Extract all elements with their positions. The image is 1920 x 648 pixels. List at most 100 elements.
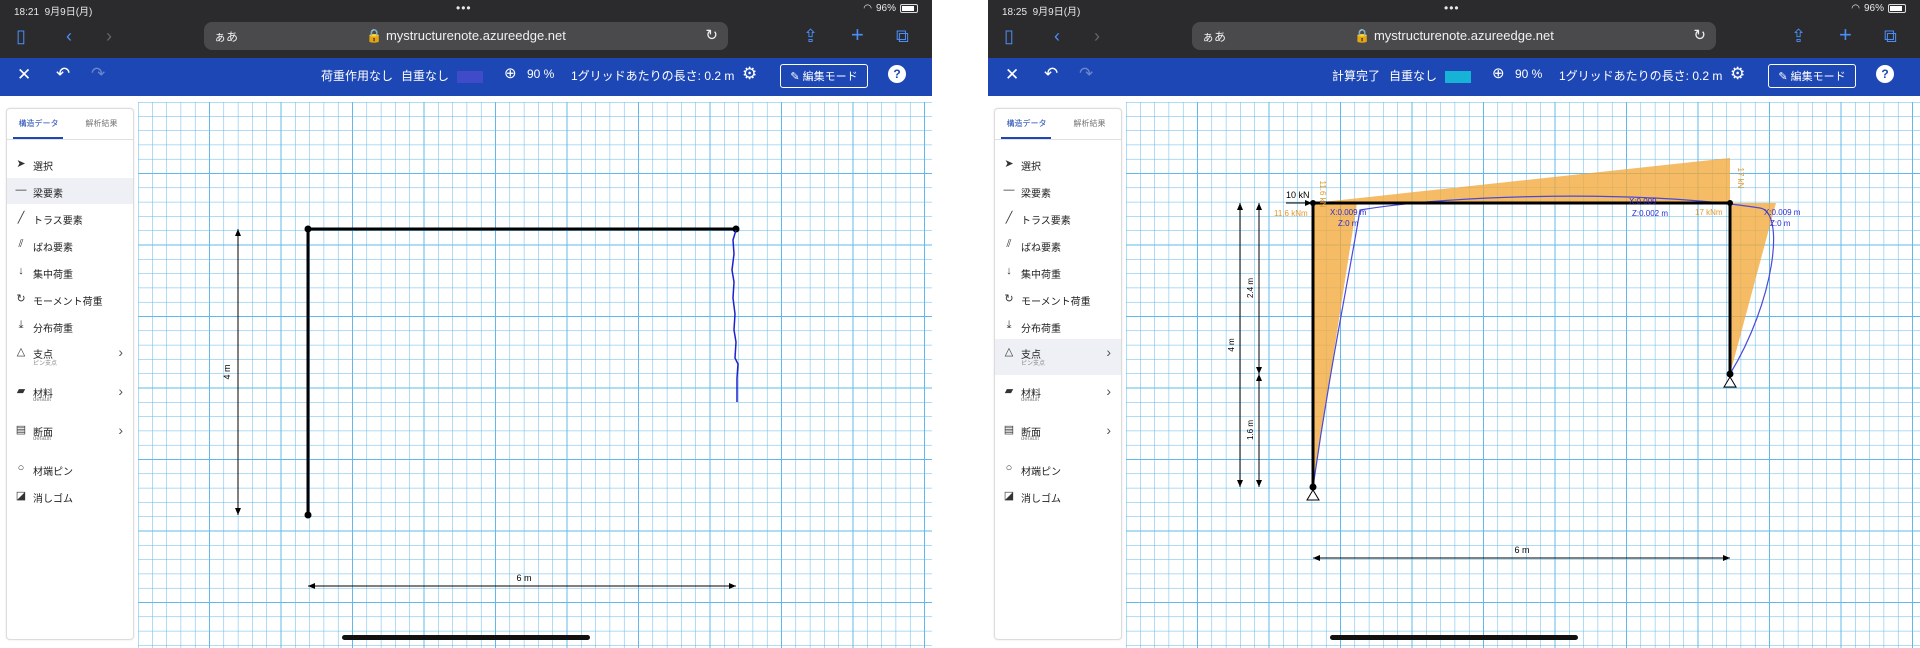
menu-item[interactable]: ▰ 材料 default › [995,378,1121,414]
dimension-arrow [235,229,241,236]
menu-item[interactable]: ↓ 集中荷重 [7,259,133,285]
drawing-canvas[interactable]: 10 kN 11.6 kN 11.6 kNm X:0.009 m Z:0 m X… [1125,101,1920,648]
forward-icon[interactable]: › [106,26,112,47]
safari-bar: ▯ ‹ › ぁあ 🔒 mystructurenote.azureedge.net… [988,18,1920,58]
multitask-dots-icon[interactable]: ••• [1444,1,1460,15]
menu-item-label: 梁要素 [33,189,63,200]
address-bar[interactable]: ぁあ 🔒 mystructurenote.azureedge.net ↻ [204,22,728,50]
grid-length: 1グリッドあたりの長さ: 0.2 m [571,69,735,83]
back-icon[interactable]: ‹ [1054,26,1060,47]
sidebar-toggle-icon[interactable]: ▯ [1004,26,1014,47]
menu-item[interactable]: — 梁要素 [995,178,1121,204]
color-swatch[interactable] [457,71,483,83]
tab-structure-data[interactable]: 構造データ [995,118,1058,129]
close-icon[interactable]: ✕ [1005,65,1019,85]
menu-item[interactable]: — 梁要素 [7,178,133,204]
menu-item[interactable]: ▤ 断面 default › [995,417,1121,453]
safari-bar: ▯ ‹ › ぁあ 🔒 mystructurenote.azureedge.net… [0,18,932,58]
tab-analysis-results[interactable]: 解析結果 [70,118,133,129]
status-right: ◠ 96% [1851,3,1906,14]
node[interactable] [304,225,312,233]
menu-item[interactable]: ➤ 選択 [7,151,133,177]
drawing-canvas[interactable]: 4 m 6 m [137,101,932,648]
close-icon[interactable]: ✕ [17,65,31,85]
undo-icon[interactable]: ↶ [1044,64,1058,84]
pin-support-icon[interactable] [1306,489,1320,501]
zoom-icon[interactable]: ⊕ [1492,64,1505,82]
menu-item[interactable]: ○ 材端ピン [7,456,133,482]
beam-icon: — [1003,184,1015,196]
selfweight-status: 自重なし [401,69,450,83]
menu-item[interactable]: ⤓ 分布荷重 [995,313,1121,339]
menu-item[interactable]: △ 支点 ピン支点 › [995,339,1121,375]
zoom-icon[interactable]: ⊕ [504,64,517,82]
truss-icon: ╱ [17,212,25,224]
redo-icon[interactable]: ↷ [91,64,105,84]
clock: 18:21 9月9日(月) [14,7,93,18]
help-icon[interactable]: ? [888,65,906,83]
status-bar: 18:25 9月9日(月) ••• ◠ 96% [988,0,1920,18]
sidebar-tabs: 構造データ 解析結果 [995,109,1121,140]
node[interactable] [304,511,312,519]
pin-support-icon[interactable] [1723,376,1737,388]
sidebar-toggle-icon[interactable]: ▯ [16,26,26,47]
load-status: 計算完了 [1332,69,1381,83]
menu-item[interactable]: ↓ 集中荷重 [995,259,1121,285]
menu-item[interactable]: ▤ 断面 default › [7,417,133,453]
dimension-arrow [235,508,241,515]
forward-icon[interactable]: › [1094,26,1100,47]
support-icon: △ [16,346,26,358]
dimension-arrow [1256,203,1262,210]
redo-icon[interactable]: ↷ [1079,64,1093,84]
url-text: 🔒 mystructurenote.azureedge.net [366,28,566,43]
gear-icon[interactable]: ⚙ [742,64,757,84]
share-icon[interactable]: ⇪ [1791,26,1806,47]
deformed-shape [1312,195,1775,488]
load-status: 荷重作用なし [321,69,394,83]
menu-item[interactable]: ╱ トラス要素 [7,205,133,231]
share-icon[interactable]: ⇪ [803,26,818,47]
menu-item[interactable]: ╱ トラス要素 [995,205,1121,231]
menu-item-label: ばね要素 [1021,243,1061,254]
tab-structure-data[interactable]: 構造データ [7,118,70,129]
node[interactable] [1727,200,1733,206]
active-tab-indicator [13,137,63,139]
menu-item[interactable]: ◪ 消しゴム [7,483,133,509]
tabs-overview-icon[interactable]: ⧉ [1884,26,1897,47]
reload-icon[interactable]: ↻ [705,26,718,44]
menu-item[interactable]: ➤ 選択 [995,151,1121,177]
dimension-arrow [1237,203,1243,210]
edit-mode-button[interactable]: ✎ 編集モード [1768,64,1856,88]
multitask-dots-icon[interactable]: ••• [456,1,472,15]
edit-mode-button[interactable]: ✎ 編集モード [780,64,868,88]
menu-item[interactable]: ◪ 消しゴム [995,483,1121,509]
grid-length: 1グリッドあたりの長さ: 0.2 m [1559,69,1723,83]
menu-item[interactable]: ↻ モーメント荷重 [7,286,133,312]
tabs-overview-icon[interactable]: ⧉ [896,26,909,47]
gear-icon[interactable]: ⚙ [1730,64,1745,84]
lock-icon: 🔒 [1354,28,1371,43]
menu-item[interactable]: ○ 材端ピン [995,456,1121,482]
undo-icon[interactable]: ↶ [56,64,70,84]
menu-item-sublabel: default [33,436,52,442]
menu-item[interactable]: ⫽ ばね要素 [995,232,1121,258]
menu-item-label: 集中荷重 [1021,270,1061,281]
horizontal-dimension-label: 6 m [516,573,531,583]
menu-item[interactable]: ↻ モーメント荷重 [995,286,1121,312]
menu-item[interactable]: ▰ 材料 default › [7,378,133,414]
moment-value: 17 kNm [1695,208,1723,217]
new-tab-icon[interactable]: + [1839,22,1852,48]
end-pin-icon: ○ [17,462,25,474]
chevron-right-icon: › [1106,383,1111,399]
tab-analysis-results[interactable]: 解析結果 [1058,118,1121,129]
help-icon[interactable]: ? [1876,65,1894,83]
address-bar[interactable]: ぁあ 🔒 mystructurenote.azureedge.net ↻ [1192,22,1716,50]
menu-item[interactable]: △ 支点 ピン支点 › [7,339,133,375]
color-swatch[interactable] [1445,71,1471,83]
new-tab-icon[interactable]: + [851,22,864,48]
menu-item[interactable]: ⤓ 分布荷重 [7,313,133,339]
back-icon[interactable]: ‹ [66,26,72,47]
menu-item[interactable]: ⫽ ばね要素 [7,232,133,258]
app-toolbar: ✕ ↶ ↷ 計算完了 自重なし ⊕ 90 % 1グリッドあたりの長さ: 0.2 … [988,58,1920,96]
reload-icon[interactable]: ↻ [1693,26,1706,44]
